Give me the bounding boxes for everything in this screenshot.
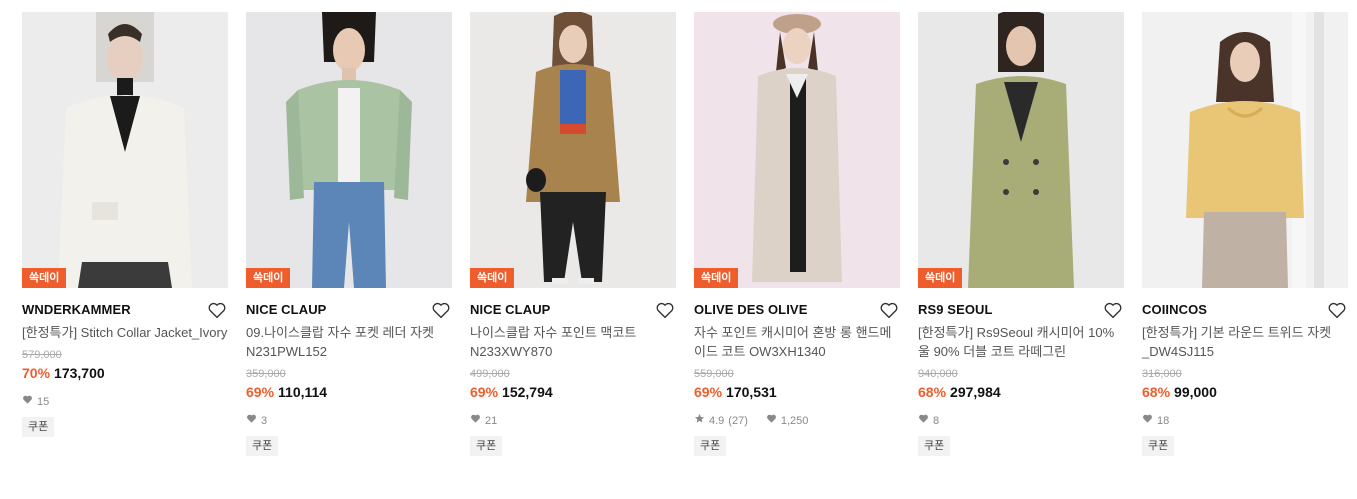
original-price: 316,000 <box>1142 368 1182 380</box>
sale-price: 173,700 <box>54 365 105 381</box>
product-image[interactable]: 쓱데이 <box>22 12 228 288</box>
discount-rate: 69% <box>694 384 723 400</box>
original-price: 579,000 <box>22 349 62 361</box>
price-row: 68% 297,984 <box>918 383 1124 401</box>
sale-badge: 쓱데이 <box>246 268 291 288</box>
price-row: 69% 170,531 <box>694 383 900 401</box>
sale-price: 297,984 <box>950 384 1001 400</box>
heart-outline-icon[interactable] <box>1326 299 1348 321</box>
sale-price: 110,114 <box>278 384 328 400</box>
discount-rate: 68% <box>918 384 947 400</box>
heart-icon <box>470 413 481 428</box>
coupon-tag: 쿠폰 <box>22 417 55 437</box>
product-image[interactable]: 쓱데이 <box>470 12 676 288</box>
heart-outline-icon[interactable] <box>878 299 900 321</box>
like-count: 21 <box>485 414 498 427</box>
price-row: 70% 173,700 <box>22 364 228 382</box>
star-icon <box>694 413 705 428</box>
meta-row: 4.9 (27) 1,250 <box>694 413 900 428</box>
meta-row: 3 <box>246 413 452 428</box>
product-card[interactable]: 쓱데이 NICE CLAUP 나이스클랍 자수 포인트 맥코트 N233XWY8… <box>470 12 676 456</box>
product-card[interactable]: 쓱데이 WNDERKAMMER [한정특가] Stitch Collar Jac… <box>22 12 228 437</box>
product-name[interactable]: 09.나이스클랍 자수 포켓 레더 자켓 N231PWL152 <box>246 323 452 361</box>
product-name[interactable]: 나이스클랍 자수 포인트 맥코트 N233XWY870 <box>470 323 676 361</box>
sale-price: 99,000 <box>1174 384 1217 400</box>
discount-rate: 70% <box>22 365 51 381</box>
price-row: 69% 110,114 <box>246 383 452 401</box>
sale-badge: 쓱데이 <box>470 268 515 288</box>
original-price: 559,000 <box>694 368 734 380</box>
discount-rate: 68% <box>1142 384 1171 400</box>
rating-value: 4.9 <box>709 414 725 427</box>
price-row: 68% 99,000 <box>1142 383 1348 401</box>
like-count: 15 <box>37 395 50 408</box>
sale-badge: 쓱데이 <box>694 268 739 288</box>
original-price: 359,000 <box>246 368 286 380</box>
heart-icon <box>22 394 33 409</box>
product-name[interactable]: [한정특가] Stitch Collar Jacket_Ivory <box>22 323 228 342</box>
heart-outline-icon[interactable] <box>430 299 452 321</box>
product-name[interactable]: [한정특가] Rs9Seoul 캐시미어 10% 울 90% 더블 코트 라떼그… <box>918 323 1124 361</box>
coupon-tag: 쿠폰 <box>694 436 727 456</box>
brand-name[interactable]: WNDERKAMMER <box>22 299 228 321</box>
product-name[interactable]: [한정특가] 기본 라운드 트위드 자켓 _DW4SJ115 <box>1142 323 1348 361</box>
heart-icon <box>1142 413 1153 428</box>
product-image[interactable]: 쓱데이 <box>246 12 452 288</box>
sale-price: 170,531 <box>726 384 777 400</box>
sale-price: 152,794 <box>502 384 553 400</box>
meta-row: 8 <box>918 413 1124 428</box>
meta-row: 18 <box>1142 413 1348 428</box>
product-image[interactable]: 쓱데이 <box>918 12 1124 288</box>
price-row: 69% 152,794 <box>470 383 676 401</box>
heart-outline-icon[interactable] <box>654 299 676 321</box>
product-card[interactable]: 쓱데이 NICE CLAUP 09.나이스클랍 자수 포켓 레더 자켓 N231… <box>246 12 452 456</box>
meta-row: 21 <box>470 413 676 428</box>
like-count: 8 <box>933 414 940 427</box>
original-price: 499,000 <box>470 368 510 380</box>
heart-outline-icon[interactable] <box>1102 299 1124 321</box>
product-grid: 쓱데이 WNDERKAMMER [한정특가] Stitch Collar Jac… <box>0 0 1357 499</box>
brand-name[interactable]: OLIVE DES OLIVE <box>694 299 900 321</box>
heart-icon <box>766 413 777 428</box>
like-count: 3 <box>261 414 268 427</box>
meta-row: 15 <box>22 394 228 409</box>
brand-name[interactable]: COIINCOS <box>1142 299 1348 321</box>
sale-badge: 쓱데이 <box>918 268 963 288</box>
product-name[interactable]: 자수 포인트 캐시미어 혼방 롱 핸드메이드 코트 OW3XH1340 <box>694 323 900 361</box>
coupon-tag: 쿠폰 <box>1142 436 1175 456</box>
coupon-tag: 쿠폰 <box>918 436 951 456</box>
product-card[interactable]: 쓱데이 OLIVE DES OLIVE 자수 포인트 캐시미어 혼방 롱 핸드메… <box>694 12 900 456</box>
heart-icon <box>246 413 257 428</box>
review-count: (27) <box>728 414 748 427</box>
heart-icon <box>918 413 929 428</box>
coupon-tag: 쿠폰 <box>246 436 279 456</box>
original-price: 940,000 <box>918 368 958 380</box>
heart-outline-icon[interactable] <box>206 299 228 321</box>
brand-name[interactable]: RS9 SEOUL <box>918 299 1124 321</box>
sale-badge: 쓱데이 <box>22 268 67 288</box>
like-count: 18 <box>1157 414 1170 427</box>
product-image[interactable]: 쓱데이 <box>694 12 900 288</box>
discount-rate: 69% <box>246 384 275 400</box>
product-card[interactable]: COIINCOS [한정특가] 기본 라운드 트위드 자켓 _DW4SJ115 … <box>1142 12 1348 456</box>
discount-rate: 69% <box>470 384 499 400</box>
coupon-tag: 쿠폰 <box>470 436 503 456</box>
brand-name[interactable]: NICE CLAUP <box>470 299 676 321</box>
like-count: 1,250 <box>780 414 809 427</box>
product-card[interactable]: 쓱데이 RS9 SEOUL [한정특가] Rs9Seoul 캐시미어 10% 울… <box>918 12 1124 456</box>
product-image[interactable] <box>1142 12 1348 288</box>
brand-name[interactable]: NICE CLAUP <box>246 299 452 321</box>
